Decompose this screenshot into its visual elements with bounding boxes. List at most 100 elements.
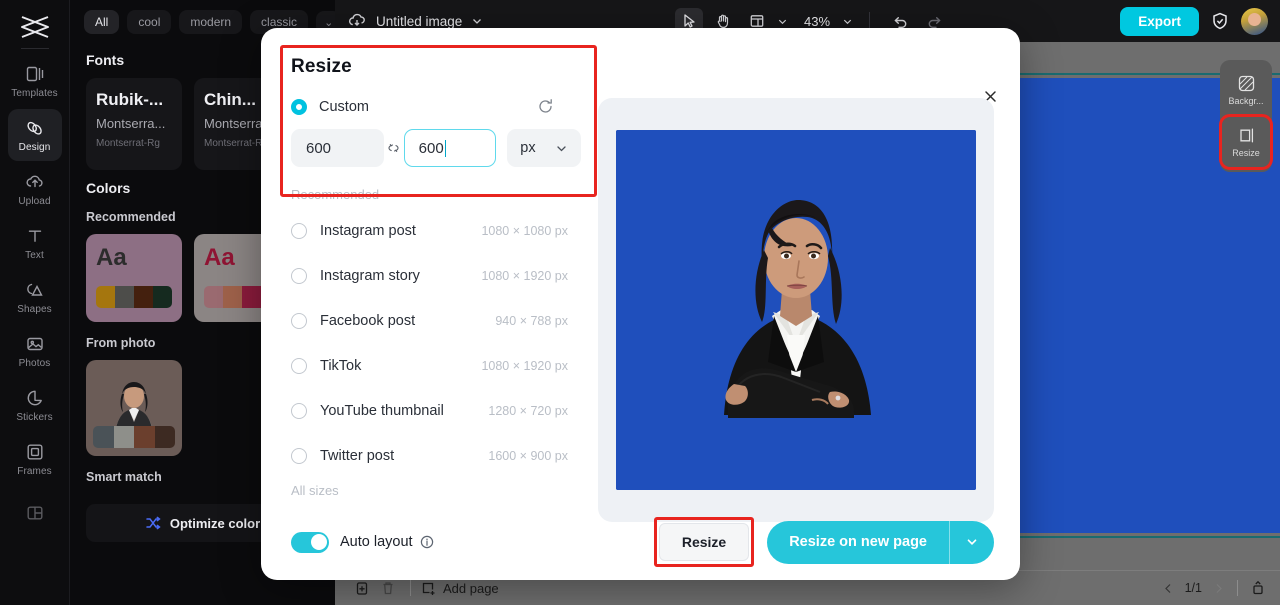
color-card-sample: Aa (96, 244, 127, 271)
export-button[interactable]: Export (1120, 6, 1199, 36)
chip-modern[interactable]: modern (179, 10, 243, 34)
auto-layout-toggle[interactable] (291, 531, 329, 553)
resize-dialog: Resize Custom 600 600 px Recommended Ins… (261, 28, 1020, 580)
bottom-divider-2 (1237, 580, 1238, 596)
unit-value: px (520, 140, 536, 156)
size-option-dimensions: 1280 × 720 px (488, 403, 568, 418)
chip-all[interactable]: All (84, 10, 120, 34)
photos-icon (24, 333, 46, 355)
app-root: Templates Design Upload Text Shapes Phot… (0, 0, 1280, 605)
color-card[interactable]: Aa (86, 234, 182, 322)
recommended-label: Recommended (291, 187, 380, 202)
sidebar-item-design[interactable]: Design (7, 109, 62, 161)
zoom-level[interactable]: 43% (804, 14, 830, 29)
preview-image (616, 130, 976, 490)
size-option-instagram-story[interactable]: Instagram story 1080 × 1920 px (291, 253, 568, 298)
height-value: 600 (418, 139, 444, 157)
color-swatch-strip (96, 286, 172, 308)
size-option-twitter-post[interactable]: Twitter post 1600 × 900 px (291, 433, 568, 478)
zoom-chevron-down-icon[interactable] (842, 16, 853, 27)
bottom-divider (410, 580, 411, 596)
size-radio[interactable] (291, 312, 307, 329)
sidebar-item-stickers[interactable]: Stickers (8, 379, 62, 431)
reset-icon[interactable] (537, 98, 554, 115)
unit-select[interactable]: px (507, 129, 581, 167)
next-page-icon[interactable] (1212, 582, 1225, 595)
left-icon-rail: Templates Design Upload Text Shapes Phot… (0, 0, 70, 605)
size-option-dimensions: 1600 × 900 px (488, 448, 568, 463)
size-option-label: Instagram story (320, 267, 420, 284)
resize-on-new-page-button[interactable]: Resize on new page (767, 520, 994, 564)
size-option-dimensions: 1080 × 1920 px (481, 268, 568, 283)
unit-chevron-down-icon (555, 142, 568, 155)
size-option-label: TikTok (320, 357, 362, 374)
size-option-tiktok[interactable]: TikTok 1080 × 1920 px (291, 343, 568, 388)
dimension-fields: 600 600 px (291, 129, 581, 167)
dialog-action-buttons: Resize Resize on new page (653, 517, 994, 567)
resize-on-new-page-label: Resize on new page (789, 534, 927, 550)
document-title[interactable]: Untitled image (376, 14, 462, 29)
layout-chevron-down-icon[interactable] (777, 16, 788, 27)
size-radio[interactable] (291, 357, 307, 374)
sidebar-item-more[interactable] (8, 487, 62, 539)
size-radio[interactable] (291, 222, 307, 239)
resize-button[interactable]: Resize (658, 523, 750, 561)
shield-icon[interactable] (1210, 11, 1230, 31)
text-caret (444, 139, 447, 157)
size-radio[interactable] (291, 447, 307, 464)
templates-icon (24, 63, 46, 85)
resize-icon (1237, 126, 1256, 145)
sidebar-item-label: Text (25, 250, 44, 261)
sidebar-item-label: Design (18, 142, 51, 153)
text-icon (24, 225, 46, 247)
background-icon (1237, 74, 1256, 93)
size-radio[interactable] (291, 402, 307, 419)
sidebar-item-upload[interactable]: Upload (8, 163, 62, 215)
height-input[interactable]: 600 (403, 129, 497, 167)
prev-page-icon[interactable] (1162, 582, 1175, 595)
size-option-label: Instagram post (320, 222, 416, 239)
info-icon[interactable] (420, 535, 434, 549)
font-card[interactable]: Rubik-... Montserra... Montserrat-Rg (86, 78, 182, 170)
sidebar-item-label: Stickers (16, 412, 53, 423)
capcut-logo-icon[interactable] (15, 10, 55, 44)
custom-size-row[interactable]: Custom (291, 98, 554, 115)
size-option-label: YouTube thumbnail (320, 402, 444, 419)
font-card-subtitle: Montserra... (96, 116, 166, 131)
sidebar-item-text[interactable]: Text (8, 217, 62, 269)
expand-panel-icon[interactable] (1250, 580, 1266, 596)
resize-options-chevron-down-icon[interactable] (950, 535, 994, 549)
sidebar-item-photos[interactable]: Photos (8, 325, 62, 377)
sidebar-item-label: Photos (18, 358, 51, 369)
recommended-size-list: Instagram post 1080 × 1080 px Instagram … (291, 208, 581, 478)
resize-tool-label: Resize (1232, 148, 1260, 158)
size-option-instagram-post[interactable]: Instagram post 1080 × 1080 px (291, 208, 568, 253)
right-tool-dock: Backgr... Resize (1219, 60, 1273, 172)
avatar[interactable] (1241, 7, 1268, 35)
auto-layout-label: Auto layout (340, 534, 413, 550)
sidebar-item-label: Frames (17, 466, 52, 477)
chip-cool[interactable]: cool (127, 10, 172, 34)
size-radio[interactable] (291, 267, 307, 284)
size-option-youtube-thumbnail[interactable]: YouTube thumbnail 1280 × 720 px (291, 388, 568, 433)
background-tool-label: Backgr... (1228, 96, 1264, 106)
shapes-icon (24, 279, 46, 301)
sidebar-item-frames[interactable]: Frames (8, 433, 62, 485)
from-photo-card[interactable] (86, 360, 182, 456)
all-sizes-link[interactable]: All sizes (291, 483, 581, 498)
sidebar-item-templates[interactable]: Templates (8, 55, 62, 107)
link-dimensions-icon[interactable] (384, 137, 403, 159)
size-option-facebook-post[interactable]: Facebook post 940 × 788 px (291, 298, 568, 343)
photo-thumbnail (103, 372, 165, 434)
background-tool-button[interactable]: Backgr... (1222, 65, 1270, 115)
custom-radio[interactable] (291, 98, 307, 115)
width-input[interactable]: 600 (291, 129, 384, 167)
upload-icon (24, 171, 46, 193)
title-chevron-down-icon[interactable] (471, 15, 483, 27)
add-page-button[interactable]: Add page (420, 580, 499, 596)
rail-divider (20, 48, 49, 49)
sidebar-item-shapes[interactable]: Shapes (8, 271, 62, 323)
sidebar-item-label: Templates (11, 88, 58, 99)
size-option-dimensions: 1080 × 1920 px (481, 358, 568, 373)
resize-tool-button[interactable]: Resize (1219, 114, 1273, 170)
